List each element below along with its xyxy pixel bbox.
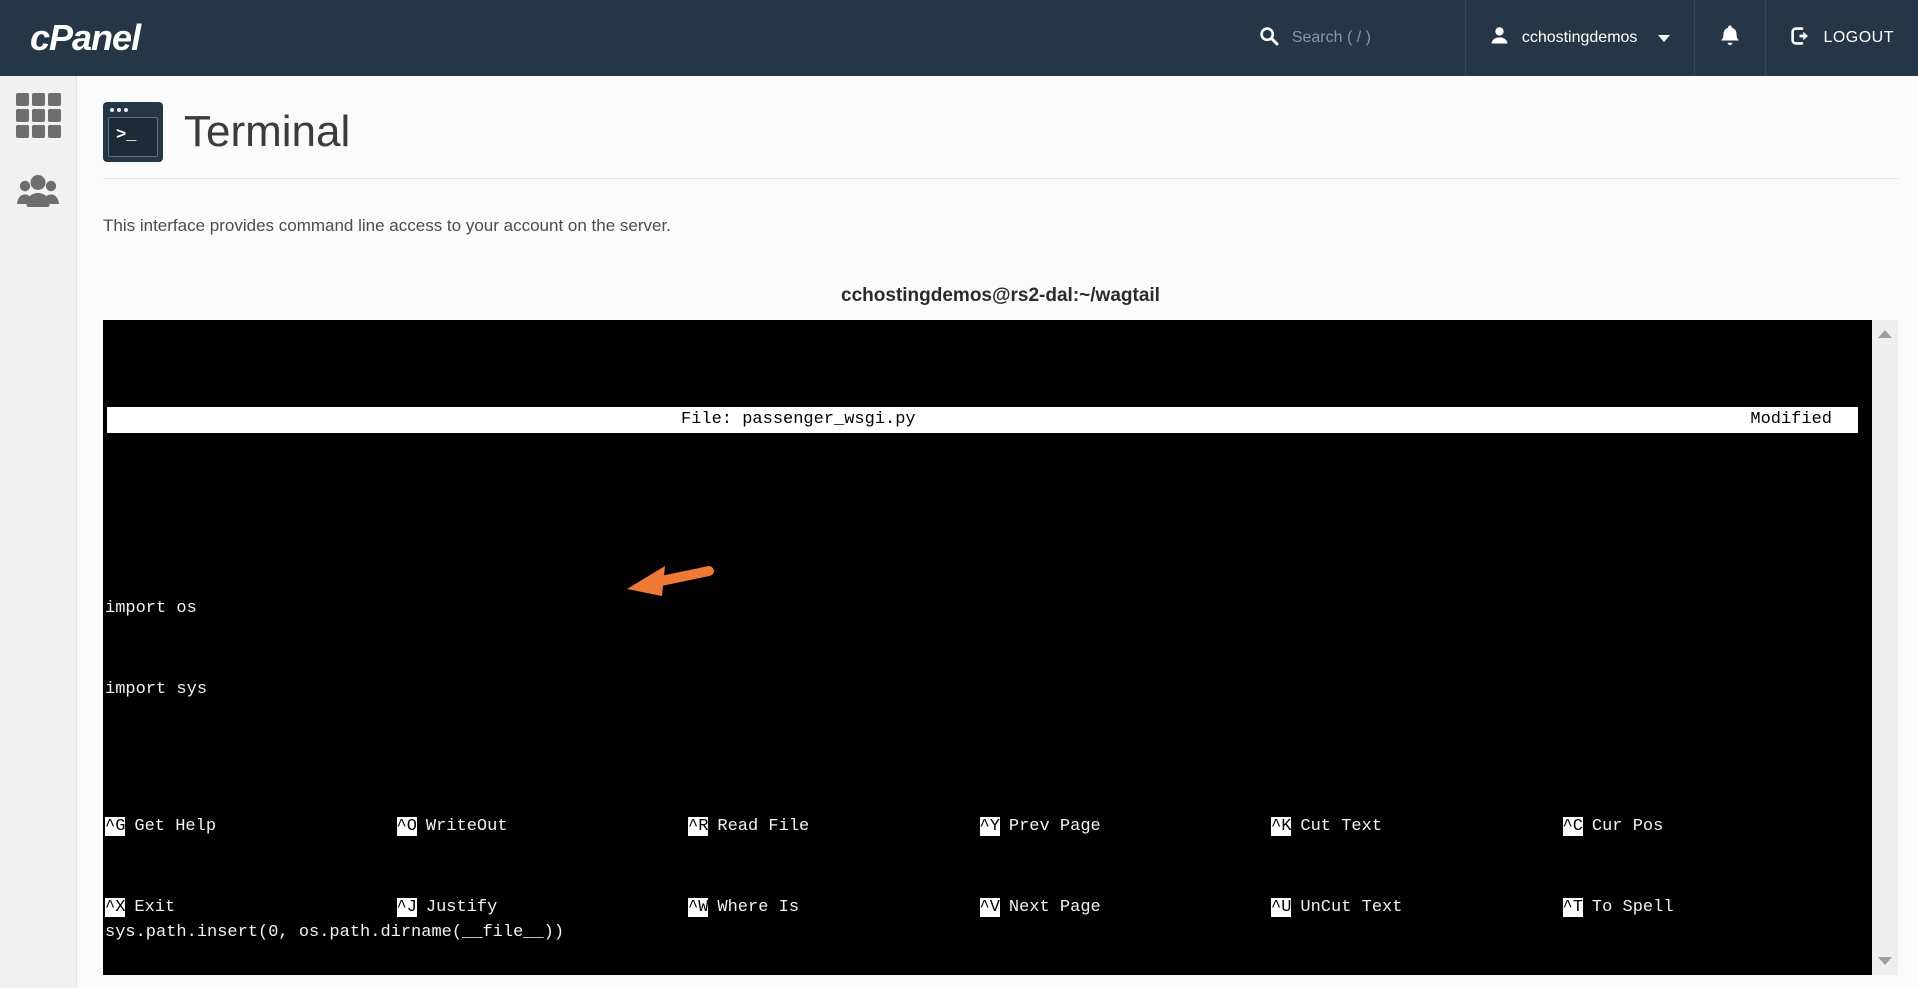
terminal-window: GNU nano 2.3.1 File: passenger_wsgi.py M… <box>103 320 1898 975</box>
nano-title-bar: GNU nano 2.3.1 File: passenger_wsgi.py M… <box>107 407 1858 455</box>
shortcut-column: ^O WriteOut ^J Justify <box>396 817 508 917</box>
page-title: Terminal <box>184 107 351 156</box>
chevron-down-icon <box>1658 34 1671 42</box>
code-line: import sys <box>105 680 208 699</box>
code-line: import os <box>105 599 197 618</box>
terminal-session-title: cchostingdemos@rs2-dal:~/wagtail <box>841 285 1160 306</box>
header-divider <box>103 178 1898 179</box>
user-icon <box>1490 26 1509 50</box>
scroll-up-icon[interactable] <box>1878 330 1892 338</box>
main-content: >_ Terminal This interface provides comm… <box>77 76 1918 988</box>
search-icon <box>1259 26 1279 51</box>
logout-icon <box>1790 26 1810 51</box>
shortcut-column: ^K Cut Text ^U UnCut Text <box>1271 817 1403 917</box>
search-placeholder: Search ( / ) <box>1291 29 1371 46</box>
cpanel-logo[interactable]: cPanel <box>0 0 141 76</box>
logout-label: LOGOUT <box>1823 29 1894 46</box>
nano-version-label: GNU nano 2.3.1 <box>208 436 352 455</box>
shortcut-column: ^Y Prev Page ^V Next Page <box>979 817 1101 917</box>
page-description: This interface provides command line acc… <box>103 216 671 235</box>
navbar-right: Search ( / ) cchostingdemos LOGOUT <box>1235 0 1918 76</box>
terminal-app-icon: >_ <box>103 102 163 162</box>
users-icon[interactable] <box>15 171 61 216</box>
shortcut-column: ^C Cur Pos ^T To Spell <box>1562 817 1674 917</box>
page-header: >_ Terminal <box>103 102 1898 162</box>
nano-file-label: File: passenger_wsgi.py <box>681 410 916 429</box>
scroll-down-icon[interactable] <box>1878 957 1892 965</box>
terminal-scrollbar[interactable] <box>1872 320 1898 975</box>
search-box[interactable]: Search ( / ) <box>1235 0 1465 76</box>
terminal-screen[interactable]: GNU nano 2.3.1 File: passenger_wsgi.py M… <box>103 320 1872 975</box>
bell-icon <box>1719 24 1741 53</box>
notifications-button[interactable] <box>1694 0 1765 76</box>
username-label: cchostingdemos <box>1521 29 1638 46</box>
window-dots-icon <box>110 108 128 112</box>
user-menu[interactable]: cchostingdemos <box>1464 0 1695 76</box>
nano-shortcut-bar: ^G Get Help ^X Exit ^O WriteOut ^J Justify ^… <box>105 759 1854 975</box>
nano-modified-badge: Modified <box>1750 410 1832 429</box>
shortcut-column: ^R Read File ^W Where Is <box>688 817 810 917</box>
apps-grid-icon[interactable] <box>15 93 61 138</box>
shortcut-column: ^G Get Help ^X Exit <box>105 817 217 917</box>
left-sidebar <box>0 76 77 988</box>
logout-button[interactable]: LOGOUT <box>1765 0 1918 76</box>
top-navbar: cPanel Search ( / ) cchostingdemos LOGOU… <box>0 0 1918 76</box>
